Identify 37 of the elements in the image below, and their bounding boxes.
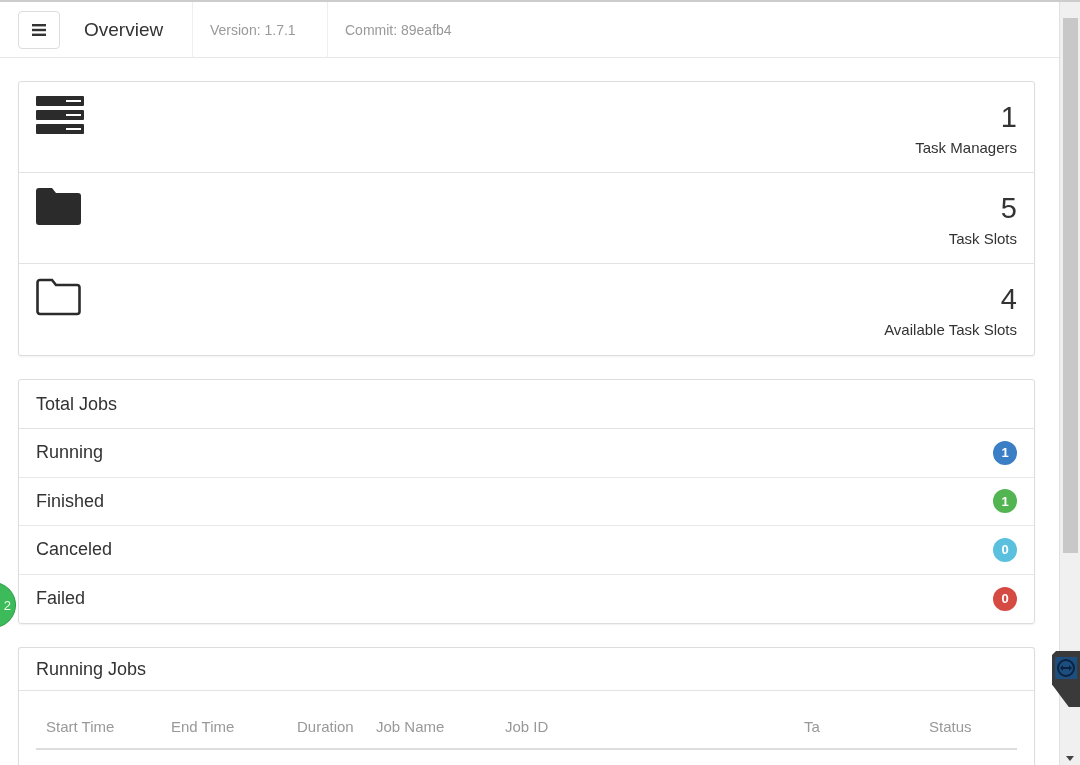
column-header[interactable]: Job ID — [495, 718, 794, 748]
scroll-down-arrow[interactable] — [1066, 756, 1074, 761]
job-status-row[interactable]: Finished 1 — [19, 477, 1034, 526]
job-status-row[interactable]: Canceled 0 — [19, 526, 1034, 575]
stat-value: 5 — [999, 191, 1017, 226]
stat-label: Task Slots — [948, 229, 1017, 249]
column-header[interactable]: Status — [919, 718, 989, 748]
stat-label: Available Task Slots — [884, 320, 1017, 340]
column-header[interactable]: Ta — [794, 718, 919, 748]
scrollbar-thumb[interactable] — [1063, 18, 1078, 553]
menu-icon — [32, 23, 46, 36]
floating-badge[interactable]: 2 — [0, 582, 16, 628]
count-badge: 0 — [993, 586, 1017, 611]
server-stack-icon — [36, 96, 84, 134]
column-header[interactable]: Job Name — [366, 718, 495, 748]
job-status-row[interactable]: Failed 0 — [19, 574, 1034, 623]
job-status-row[interactable]: Running 1 — [19, 429, 1034, 478]
panel-title: Running Jobs — [19, 648, 1034, 691]
double-arrow-icon — [1055, 657, 1077, 679]
column-header[interactable]: Duration — [287, 718, 366, 748]
side-widget[interactable] — [1052, 651, 1080, 707]
commit-label: Commit: 89eafb4 — [327, 2, 469, 58]
count-badge: 0 — [993, 537, 1017, 562]
version-label: Version: 1.7.1 — [192, 2, 327, 58]
count-badge: 1 — [993, 489, 1017, 514]
column-header[interactable]: End Time — [161, 718, 287, 748]
count-badge: 1 — [993, 440, 1017, 465]
page-title: Overview — [84, 18, 165, 41]
stat-label: Task Managers — [915, 138, 1017, 158]
folder-icon — [36, 187, 81, 225]
scrollbar[interactable] — [1059, 2, 1080, 765]
folder-outline-icon — [36, 278, 81, 316]
menu-button[interactable] — [18, 10, 60, 49]
stat-value: 4 — [999, 282, 1017, 317]
panel-title: Total Jobs — [19, 380, 1034, 429]
stat-value: 1 — [999, 100, 1017, 135]
column-header[interactable]: Start Time — [36, 718, 161, 748]
